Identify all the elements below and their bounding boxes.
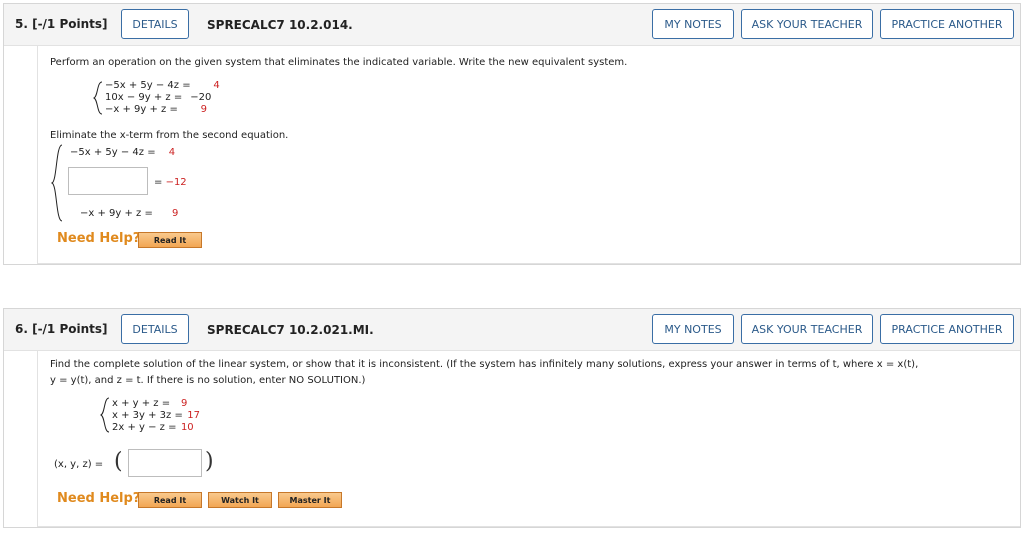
question-prompt-line-2: y = y(t), and z = t. If there is no solu…: [50, 375, 366, 386]
equation-lhs: x + 3y + 3z =: [112, 410, 183, 421]
new-system-row-2: = −12: [154, 177, 187, 188]
read-it-button[interactable]: Read It: [138, 232, 202, 248]
system-row-1: x + y + z = 9: [112, 398, 187, 409]
left-brace: [100, 397, 110, 433]
instruction-text: Eliminate the x-term from the second equ…: [50, 130, 289, 141]
details-button[interactable]: DETAILS: [121, 9, 189, 39]
my-notes-button[interactable]: MY NOTES: [652, 314, 734, 344]
question-body: Find the complete solution of the linear…: [37, 351, 1020, 527]
system-row-3: −x + 9y + z = 9: [105, 104, 207, 115]
system-row-2: x + 3y + 3z = 17: [112, 410, 200, 421]
left-brace: [51, 144, 63, 222]
question-header: 6. [-/1 Points] DETAILS SPRECALC7 10.2.0…: [4, 309, 1020, 351]
right-paren: ): [205, 449, 214, 474]
left-paren: (: [114, 449, 123, 474]
question-prompt-line-1: Find the complete solution of the linear…: [50, 359, 919, 370]
need-help-label: Need Help?: [57, 491, 141, 506]
equation-rhs: 9: [200, 104, 208, 115]
question-number: 5. [-/1 Points]: [15, 17, 108, 31]
details-button[interactable]: DETAILS: [121, 314, 189, 344]
equation-lhs: x + y + z =: [112, 398, 171, 409]
equation-rhs: 10: [180, 422, 194, 433]
equation-rhs: 9: [172, 208, 179, 219]
new-system-row-1: −5x + 5y − 4z = 4: [70, 147, 175, 158]
ask-teacher-button[interactable]: ASK YOUR TEACHER: [741, 314, 873, 344]
equation-answer-input[interactable]: [68, 167, 148, 195]
need-help-label: Need Help?: [57, 231, 141, 246]
equation-rhs: 4: [213, 80, 220, 91]
system-row-3: 2x + y − z = 10: [112, 422, 194, 433]
question-number: 6. [-/1 Points]: [15, 322, 108, 336]
watch-it-button[interactable]: Watch It: [208, 492, 272, 508]
equation-rhs: 17: [187, 410, 201, 421]
equation-lhs: −x + 9y + z =: [105, 104, 178, 115]
new-system-row-3: −x + 9y + z = 9: [80, 208, 178, 219]
ask-teacher-button[interactable]: ASK YOUR TEACHER: [741, 9, 873, 39]
equation-lhs: −5x + 5y − 4z =: [105, 80, 191, 91]
equation-rhs: −12: [165, 177, 187, 188]
left-brace: [93, 81, 103, 115]
practice-another-button[interactable]: PRACTICE ANOTHER: [880, 9, 1014, 39]
read-it-button[interactable]: Read It: [138, 492, 202, 508]
equation-rhs: 4: [168, 147, 176, 158]
system-row-1: −5x + 5y − 4z = 4: [105, 80, 220, 91]
equation-rhs: −20: [190, 92, 212, 103]
system-row-2: 10x − 9y + z = −20: [105, 92, 211, 103]
equals-sign: =: [154, 177, 166, 188]
my-notes-button[interactable]: MY NOTES: [652, 9, 734, 39]
question-body: Perform an operation on the given system…: [37, 46, 1020, 264]
equation-lhs: 2x + y − z =: [112, 422, 177, 433]
solution-answer-input[interactable]: [128, 449, 202, 477]
question-id: SPRECALC7 10.2.014.: [207, 18, 353, 32]
master-it-button[interactable]: Master It: [278, 492, 342, 508]
equation-lhs: −x + 9y + z =: [80, 208, 153, 219]
equation-lhs: −5x + 5y − 4z =: [70, 147, 156, 158]
question-card-6: 6. [-/1 Points] DETAILS SPRECALC7 10.2.0…: [3, 308, 1021, 528]
question-card-5: 5. [-/1 Points] DETAILS SPRECALC7 10.2.0…: [3, 3, 1021, 265]
question-header: 5. [-/1 Points] DETAILS SPRECALC7 10.2.0…: [4, 4, 1020, 46]
equation-rhs: 9: [180, 398, 188, 409]
equation-lhs: 10x − 9y + z =: [105, 92, 183, 103]
question-prompt: Perform an operation on the given system…: [50, 57, 628, 68]
question-id: SPRECALC7 10.2.021.MI.: [207, 323, 374, 337]
answer-label: (x, y, z) =: [54, 459, 104, 470]
practice-another-button[interactable]: PRACTICE ANOTHER: [880, 314, 1014, 344]
